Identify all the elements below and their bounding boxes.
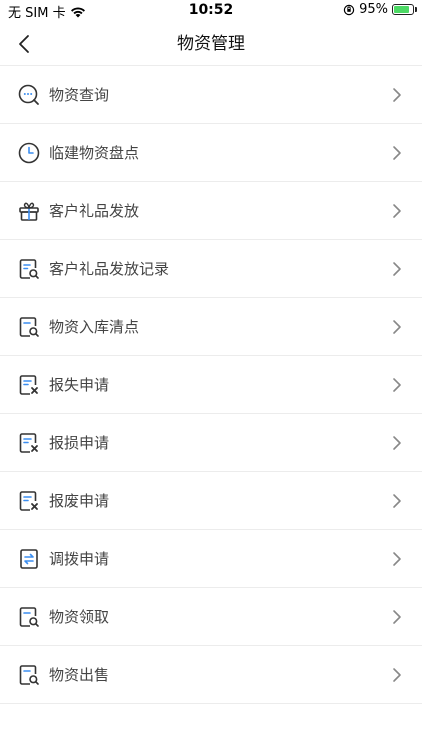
menu-list: 物资查询 临建物资盘点 客户礼品发放 客户礼品发放记录 物资入库清点 报失申请 … bbox=[0, 66, 422, 704]
chevron-right-icon bbox=[393, 319, 401, 334]
gift-icon bbox=[17, 199, 41, 223]
status-bar: 无 SIM 卡 10:52 95% bbox=[0, 0, 422, 22]
doc-close-icon bbox=[17, 431, 41, 455]
menu-item-label: 物资领取 bbox=[49, 608, 110, 626]
menu-item-label: 调拨申请 bbox=[49, 550, 110, 568]
status-right: 95% bbox=[343, 2, 417, 17]
doc-transfer-icon bbox=[17, 547, 41, 571]
menu-item-label: 报失申请 bbox=[49, 376, 110, 394]
chevron-right-icon bbox=[393, 87, 401, 102]
menu-item-report-scrap[interactable]: 报废申请 bbox=[0, 472, 422, 530]
menu-item-gift-distribution[interactable]: 客户礼品发放 bbox=[0, 182, 422, 240]
menu-item-material-query[interactable]: 物资查询 bbox=[0, 66, 422, 124]
menu-item-temp-inventory[interactable]: 临建物资盘点 bbox=[0, 124, 422, 182]
battery-percent: 95% bbox=[359, 2, 388, 17]
orientation-lock-icon bbox=[343, 4, 355, 15]
menu-item-label: 客户礼品发放记录 bbox=[49, 260, 170, 278]
battery-fill bbox=[394, 6, 410, 13]
page-title: 物资管理 bbox=[177, 34, 245, 54]
menu-item-transfer-request[interactable]: 调拨申请 bbox=[0, 530, 422, 588]
chevron-right-icon bbox=[393, 493, 401, 508]
nav-bar: 物资管理 bbox=[0, 22, 422, 66]
menu-item-material-collect[interactable]: 物资领取 bbox=[0, 588, 422, 646]
menu-item-report-loss[interactable]: 报失申请 bbox=[0, 356, 422, 414]
menu-item-stock-in-check[interactable]: 物资入库清点 bbox=[0, 298, 422, 356]
menu-item-gift-records[interactable]: 客户礼品发放记录 bbox=[0, 240, 422, 298]
menu-item-material-sale[interactable]: 物资出售 bbox=[0, 646, 422, 704]
menu-item-label: 物资出售 bbox=[49, 666, 110, 684]
doc-search-icon bbox=[17, 257, 41, 281]
search-chat-icon bbox=[17, 83, 41, 107]
chevron-right-icon bbox=[393, 667, 401, 682]
chevron-right-icon bbox=[393, 261, 401, 276]
menu-item-label: 物资查询 bbox=[49, 86, 110, 104]
battery-icon bbox=[392, 4, 417, 15]
menu-item-label: 物资入库清点 bbox=[49, 318, 140, 336]
chevron-right-icon bbox=[393, 551, 401, 566]
chevron-right-icon bbox=[393, 609, 401, 624]
chevron-right-icon bbox=[393, 145, 401, 160]
menu-item-label: 临建物资盘点 bbox=[49, 144, 140, 162]
doc-close-icon bbox=[17, 373, 41, 397]
doc-search-icon bbox=[17, 663, 41, 687]
clock-icon bbox=[17, 141, 41, 165]
chevron-right-icon bbox=[393, 435, 401, 450]
chevron-right-icon bbox=[393, 203, 401, 218]
menu-item-label: 客户礼品发放 bbox=[49, 202, 140, 220]
doc-search-icon bbox=[17, 605, 41, 629]
menu-item-report-damage[interactable]: 报损申请 bbox=[0, 414, 422, 472]
doc-close-icon bbox=[17, 489, 41, 513]
doc-search-icon bbox=[17, 315, 41, 339]
menu-item-label: 报损申请 bbox=[49, 434, 110, 452]
chevron-right-icon bbox=[393, 377, 401, 392]
menu-item-label: 报废申请 bbox=[49, 492, 110, 510]
